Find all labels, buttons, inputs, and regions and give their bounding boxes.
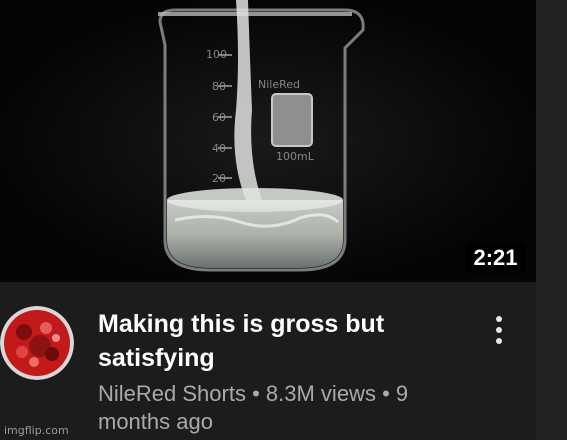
more-options-icon-dot bbox=[496, 338, 502, 344]
video-card: 100 80 60 40 20 NileRed 100mL 2:21 Makin… bbox=[0, 0, 567, 440]
view-count: 8.3M views bbox=[265, 381, 376, 406]
video-title[interactable]: Making this is gross but satisfying bbox=[98, 307, 438, 375]
video-title-line-2: satisfying bbox=[98, 344, 215, 372]
video-title-line-1: Making this is gross but bbox=[98, 310, 385, 338]
video-metadata: NileRed Shorts • 8.3M views • 9 months a… bbox=[98, 380, 458, 436]
beaker-mark-40: 40 bbox=[212, 142, 226, 155]
more-options-button[interactable] bbox=[485, 312, 513, 352]
meta-separator-2: • bbox=[382, 381, 390, 406]
page-scrollbar[interactable] bbox=[536, 0, 567, 440]
upload-age-unit: months ago bbox=[98, 409, 213, 434]
upload-age-number: 9 bbox=[395, 381, 409, 406]
channel-name[interactable]: NileRed Shorts bbox=[98, 381, 246, 406]
channel-avatar[interactable] bbox=[0, 306, 74, 380]
video-duration-badge: 2:21 bbox=[465, 243, 526, 273]
beaker-image: 100 80 60 40 20 NileRed 100mL bbox=[0, 0, 536, 282]
channel-avatar-icon bbox=[0, 306, 74, 380]
imgflip-watermark: imgflip.com bbox=[4, 424, 69, 437]
beaker-brand: NileRed bbox=[258, 78, 300, 91]
beaker-mark-80: 80 bbox=[212, 80, 226, 93]
video-thumbnail[interactable]: 100 80 60 40 20 NileRed 100mL 2:21 bbox=[0, 0, 536, 282]
more-options-icon-dot bbox=[496, 316, 502, 322]
more-options-icon-dot bbox=[496, 327, 502, 333]
beaker-mark-20: 20 bbox=[212, 172, 226, 185]
beaker-mark-60: 60 bbox=[212, 111, 226, 124]
meta-separator-1: • bbox=[252, 381, 260, 406]
beaker-mark-100: 100 bbox=[206, 48, 227, 61]
beaker-volume: 100mL bbox=[276, 150, 315, 163]
